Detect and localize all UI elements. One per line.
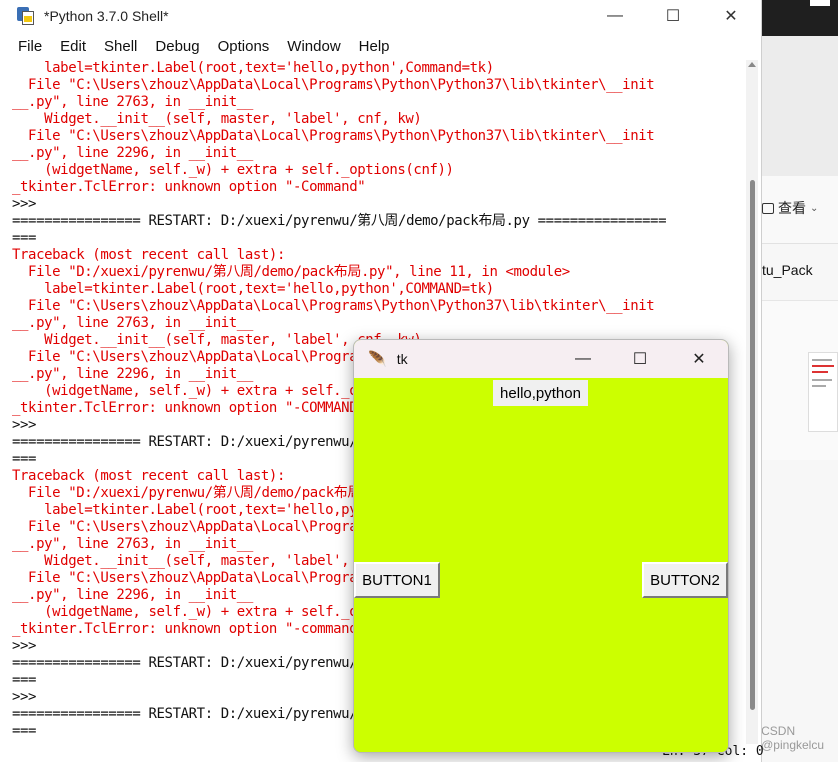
background-tab-label[interactable]: tu_Pack: [762, 262, 813, 278]
feather-icon: 🪶: [368, 351, 387, 368]
view-label: 查看: [778, 200, 806, 216]
shell-output-line: Traceback (most recent call last):: [12, 247, 285, 263]
shell-output-line: ================ RESTART: D:/xuexi/pyren…: [12, 213, 667, 229]
scroll-thumb[interactable]: [750, 180, 755, 710]
maximize-icon: ☐: [632, 351, 648, 368]
background-header: [762, 36, 838, 176]
view-menu[interactable]: 查看 ⌄: [762, 198, 818, 218]
tk-titlebar[interactable]: 🪶 tk — ☐ ✕: [354, 340, 728, 378]
shell-output-line: label=tkinter.Label(root,text='hello,pyt…: [12, 60, 494, 76]
thumbnail-line: [812, 359, 832, 361]
hello-label: hello,python: [493, 380, 588, 406]
menu-debug[interactable]: Debug: [147, 38, 207, 55]
background-topbar-block: [810, 0, 830, 6]
menu-edit[interactable]: Edit: [52, 38, 94, 55]
tk-close-button[interactable]: ✕: [676, 340, 722, 378]
tk-window: 🪶 tk — ☐ ✕ hello,python BUTTON1 BUTTON2: [353, 339, 729, 753]
thumbnail-line: [812, 379, 832, 381]
shell-output-line: ===: [12, 230, 37, 246]
document-thumbnail[interactable]: [808, 352, 838, 432]
shell-output-line: (widgetName, self._w) + extra + self._op…: [12, 162, 454, 178]
maximize-icon: ☐: [665, 8, 681, 25]
menu-help[interactable]: Help: [351, 38, 398, 55]
shell-output-line: File "C:\Users\zhouz\AppData\Local\Progr…: [12, 77, 655, 93]
background-app: 查看 ⌄ tu_Pack CSDN @pingkelcu: [761, 0, 838, 762]
shell-output-line: __.py", line 2763, in __init__: [12, 315, 253, 331]
view-icon: [762, 202, 774, 214]
maximize-button[interactable]: ☐: [650, 0, 696, 32]
thumbnail-line: [812, 371, 828, 373]
thumbnail-line: [812, 365, 834, 367]
chevron-down-icon: ⌄: [810, 202, 819, 214]
minimize-icon: —: [575, 350, 591, 367]
shell-output-line: File "C:\Users\zhouz\AppData\Local\Progr…: [12, 298, 655, 314]
tk-maximize-button[interactable]: ☐: [617, 340, 663, 378]
menu-options[interactable]: Options: [210, 38, 278, 55]
watermark: CSDN @pingkelcu: [761, 724, 825, 752]
menu-window[interactable]: Window: [279, 38, 348, 55]
shell-output-line: Widget.__init__(self, master, 'label', c…: [12, 111, 422, 127]
tk-window-title: tk: [396, 351, 408, 367]
shell-output-line: File "D:/xuexi/pyrenwu/第八周/demo/pack布局.p…: [12, 264, 570, 280]
menubar: File Edit Shell Debug Options Window Hel…: [0, 32, 761, 60]
shell-output-line: __.py", line 2763, in __init__: [12, 94, 253, 110]
menu-file[interactable]: File: [10, 38, 50, 55]
shell-output-line: label=tkinter.Label(root,text='hello,pyt…: [12, 281, 494, 297]
shell-output-line: __.py", line 2296, in __init__: [12, 145, 253, 161]
button1[interactable]: BUTTON1: [354, 562, 440, 598]
close-button[interactable]: ✕: [708, 0, 754, 32]
tk-minimize-button[interactable]: —: [560, 340, 606, 378]
minimize-icon: —: [607, 7, 623, 24]
shell-titlebar[interactable]: *Python 3.7.0 Shell* — ☐ ✕: [0, 0, 761, 32]
close-icon: ✕: [692, 351, 706, 368]
scroll-up-icon[interactable]: [748, 62, 756, 67]
button2[interactable]: BUTTON2: [642, 562, 728, 598]
shell-output-line: _tkinter.TclError: unknown option "-Comm…: [12, 179, 366, 195]
shell-output-line: >>>: [12, 196, 45, 212]
thumbnail-line: [812, 385, 826, 387]
idle-icon: [16, 6, 36, 26]
close-icon: ✕: [724, 8, 738, 25]
shell-output-line: File "C:\Users\zhouz\AppData\Local\Progr…: [12, 128, 655, 144]
background-topbar: [762, 0, 838, 36]
vertical-scrollbar[interactable]: [746, 60, 758, 744]
minimize-button[interactable]: —: [592, 0, 638, 32]
window-title: *Python 3.7.0 Shell*: [44, 8, 169, 24]
menu-shell[interactable]: Shell: [96, 38, 145, 55]
tk-root-frame: hello,python BUTTON1 BUTTON2: [354, 378, 728, 752]
